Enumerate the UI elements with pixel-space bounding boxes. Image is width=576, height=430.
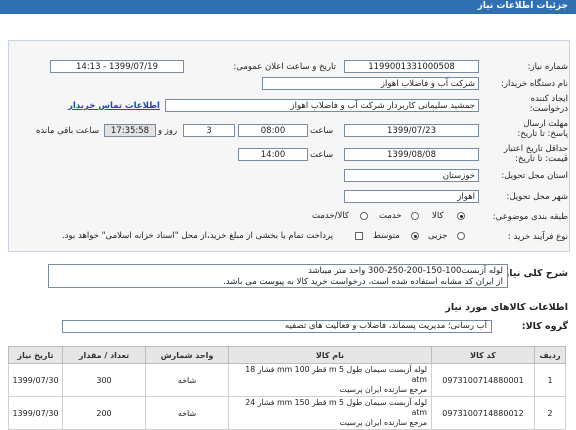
cell-row: 2	[534, 396, 566, 430]
buyer-field[interactable]: شرکت آب و فاضلاب اهواز	[262, 77, 479, 90]
category-radio-goods-service[interactable]	[360, 212, 368, 220]
category-option-goods-service: کالا/خدمت	[312, 211, 349, 221]
category-radio-service[interactable]	[411, 212, 419, 220]
col-header-qty: تعداد / مقدار	[62, 346, 146, 364]
days-field[interactable]: 3	[183, 124, 235, 137]
days-label: روز و	[158, 126, 178, 136]
province-label: استان محل تحویل:	[501, 171, 568, 181]
process-option-medium: متوسط	[373, 231, 400, 241]
description-label: شرح کلی نیاز:	[499, 268, 568, 279]
treasury-payment-note: پرداخت تمام یا بخشی از مبلغ خرید،از محل …	[62, 231, 334, 241]
cell-name: لوله آزبست سیمان طول 5 m قطر 150 mm فشار…	[228, 396, 432, 430]
cell-name-line-1: لوله آزبست سیمان طول 5 m قطر 150 mm فشار…	[245, 398, 427, 417]
table-row[interactable]: 1 0973100714880001 لوله آزبست سیمان طول …	[8, 363, 566, 397]
page-header: جزئیات اطلاعات نیاز	[0, 0, 576, 14]
cell-name-line-1: لوله آزبست سیمان طول 5 m قطر 100 mm فشار…	[245, 365, 427, 384]
reply-time-label: ساعت	[310, 126, 334, 136]
col-header-code: کد کالا	[431, 346, 535, 364]
cell-qty: 200	[62, 396, 146, 430]
buyer-label: نام دستگاه خریدار:	[501, 79, 568, 89]
col-header-name: نام کالا	[228, 346, 432, 364]
process-label: نوع فرآیند خرید :	[507, 232, 568, 242]
creator-label: ایجاد کننده درخواست:	[529, 94, 568, 114]
goods-table: ردیف کد کالا نام کالا واحد شمارش تعداد /…	[8, 346, 566, 430]
process-radio-minor[interactable]	[457, 232, 465, 240]
city-field[interactable]: اهواز	[344, 190, 479, 203]
category-radio-goods[interactable]	[457, 212, 465, 220]
reply-deadline-label: مهلت ارسال پاسخ: تا تاریخ:	[517, 119, 568, 139]
table-row[interactable]: 2 0973100714880012 لوله آزبست سیمان طول …	[8, 396, 566, 430]
cell-unit: شاخه	[145, 396, 229, 430]
treasury-payment-checkbox[interactable]	[355, 232, 363, 240]
category-label: طبقه بندی موضوعی:	[492, 212, 568, 222]
cell-name-line-2: مرجع سازنده ایران پرسیت	[339, 385, 427, 394]
col-header-date: تاریخ نیاز	[8, 346, 63, 364]
col-header-unit: واحد شمارش	[145, 346, 229, 364]
goods-section-title: اطلاعات کالاهای مورد نیاز	[445, 302, 568, 313]
goods-group-field[interactable]: آب رسانی؛ مدیریت پسماند، فاضلاب و فعالیت…	[62, 320, 492, 333]
cell-date: 1399/07/30	[8, 363, 63, 397]
validity-label: حداقل تاریخ اعتبار قیمت: تا تاریخ:	[503, 144, 568, 164]
category-option-goods: کالا	[432, 211, 444, 221]
page-header-title: جزئیات اطلاعات نیاز	[477, 1, 568, 11]
goods-group-label: گروه کالا:	[521, 321, 568, 332]
cell-code: 0973100714880012	[431, 396, 535, 430]
province-field[interactable]: خوزستان	[344, 169, 479, 182]
city-label: شهر محل تحویل:	[506, 192, 568, 202]
remaining-time-field: 17:35:58	[104, 124, 156, 137]
cell-name-line-2: مرجع سازنده ایران پرسیت	[339, 418, 427, 427]
validity-time-label: ساعت	[310, 150, 334, 160]
announce-datetime-field[interactable]: 1399/07/19 - 14:13	[50, 60, 184, 73]
reply-date-field[interactable]: 1399/07/23	[344, 124, 479, 137]
cell-qty: 300	[62, 363, 146, 397]
description-line-1: لوله آزبست100-150-200-250-300 واحد متر م…	[307, 266, 503, 276]
cell-unit: شاخه	[145, 363, 229, 397]
reply-time-field[interactable]: 08:00	[238, 124, 308, 137]
process-radio-medium[interactable]	[411, 232, 419, 240]
col-header-row: ردیف	[534, 346, 566, 364]
validity-time-field[interactable]: 14:00	[238, 148, 308, 161]
process-option-minor: جزیی	[428, 231, 448, 241]
validity-date-field[interactable]: 1399/08/08	[344, 148, 479, 161]
creator-field[interactable]: جمشید سلیمانی کاربردار شرکت آب و فاضلاب …	[165, 99, 479, 112]
cell-name: لوله آزبست سیمان طول 5 m قطر 100 mm فشار…	[228, 363, 432, 397]
remaining-time-label: ساعت باقی مانده	[36, 126, 100, 136]
cell-code: 0973100714880001	[431, 363, 535, 397]
need-number-field[interactable]: 1199001331000508	[344, 60, 479, 73]
category-option-service: خدمت	[379, 211, 402, 221]
need-number-label: شماره نیاز:	[527, 62, 568, 72]
buyer-contact-link[interactable]: اطلاعات تماس خریدار	[68, 101, 160, 111]
description-box: لوله آزبست100-150-200-250-300 واحد متر م…	[48, 264, 508, 288]
cell-row: 1	[534, 363, 566, 397]
announce-label: تاریخ و ساعت اعلان عمومی:	[233, 62, 336, 72]
cell-date: 1399/07/30	[8, 396, 63, 430]
description-line-2: از ایران کد مشابه استفاده شده است، درخوا…	[223, 277, 503, 287]
